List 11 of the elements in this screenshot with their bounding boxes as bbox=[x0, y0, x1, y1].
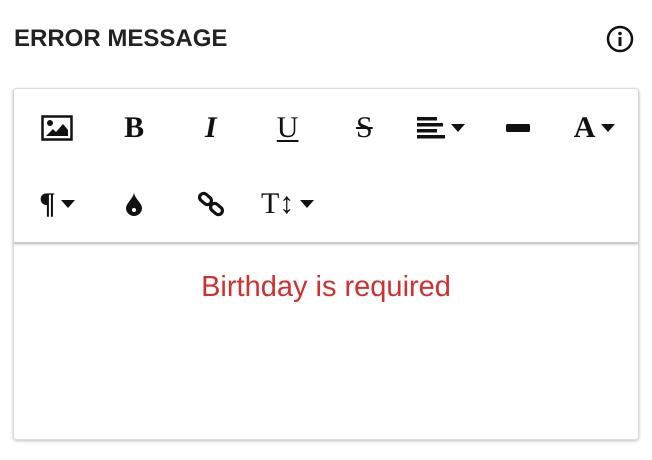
caret-icon bbox=[601, 124, 616, 132]
align-icon bbox=[417, 116, 446, 140]
image-icon bbox=[41, 115, 74, 141]
caret-icon bbox=[451, 124, 466, 132]
section-title: ERROR MESSAGE bbox=[14, 24, 228, 54]
droplet-icon bbox=[126, 192, 142, 216]
link-icon bbox=[196, 190, 225, 218]
caret-icon bbox=[300, 200, 314, 208]
caret-icon bbox=[61, 200, 76, 208]
error-message: Birthday is required bbox=[201, 270, 451, 305]
info-icon[interactable] bbox=[606, 25, 634, 53]
